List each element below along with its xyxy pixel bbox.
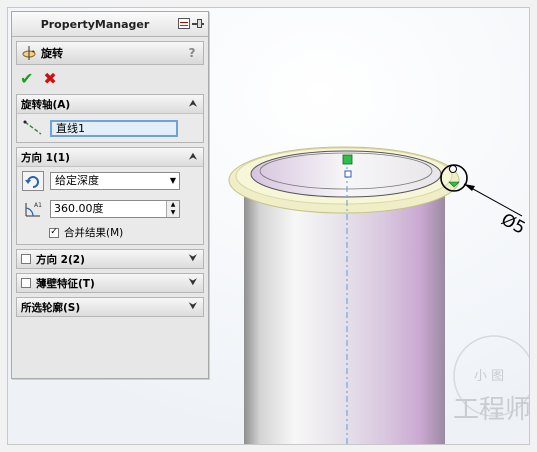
feature-name: 旋转 (41, 47, 63, 60)
cylinder-body (244, 188, 445, 444)
watermark-large-text: 工程师 (453, 395, 529, 425)
sketch-point[interactable] (449, 165, 457, 173)
thin-feature-checkbox[interactable] (21, 278, 31, 288)
merge-result-row: ✓ 合并结果(M) (17, 223, 203, 244)
help-icon[interactable]: ? (185, 46, 199, 60)
angle-row: A1 360.00度 ▲ ▼ (17, 195, 203, 223)
collapse-chevron-icon[interactable]: ⮝ (187, 99, 199, 109)
group-direction1-title: 方向 1(1) (21, 151, 70, 164)
merge-result-checkbox[interactable]: ✓ (49, 227, 59, 238)
axis-midpoint-handle[interactable] (344, 170, 352, 178)
end-condition-value: 给定深度 (55, 174, 99, 187)
group-axis-header[interactable]: 旋转轴(A) ⮝ (17, 95, 203, 114)
axis-line-icon (22, 118, 44, 138)
ok-button[interactable]: ✔ (20, 71, 33, 87)
revolve-feature-icon (21, 45, 37, 61)
angle-spinner[interactable]: ▲ ▼ (166, 201, 179, 217)
expand-chevron-icon[interactable]: ⮟ (187, 278, 199, 288)
group-contours-header[interactable]: 所选轮廓(S) ⮟ (17, 298, 203, 316)
collapse-chevron-icon[interactable]: ⮝ (187, 152, 199, 162)
group-thin: 薄壁特征(T) ⮟ (16, 273, 204, 293)
group-direction1-header[interactable]: 方向 1(1) ⮝ (17, 148, 203, 167)
reverse-direction-icon[interactable] (22, 171, 44, 191)
detail-preview-icon[interactable] (178, 18, 190, 29)
dropdown-arrow-icon: ▼ (169, 176, 176, 185)
confirm-row: ✔ ✖ (12, 68, 208, 90)
axis-selection-field[interactable]: 直线1 (50, 119, 178, 137)
group-thin-header[interactable]: 薄壁特征(T) ⮟ (17, 274, 203, 292)
angle-input[interactable]: 360.00度 ▲ ▼ (50, 200, 180, 218)
property-manager-titlebar: PropertyManager (12, 12, 208, 37)
watermark-small-text: 小 图 (474, 369, 504, 384)
solidworks-window: Ø5 小 图 工程师 PropertyManager 旋转 ? ✔ ✖ 旋转轴(… (8, 8, 529, 444)
angle-icon: A1 (22, 199, 44, 219)
feature-header: 旋转 ? (16, 41, 204, 65)
axis-selection-row: 直线1 (17, 114, 203, 142)
end-condition-row: 给定深度 ▼ (17, 167, 203, 195)
axis-endpoint-handle[interactable] (342, 154, 353, 165)
group-thin-title: 薄壁特征(T) (36, 277, 95, 290)
group-axis: 旋转轴(A) ⮝ 直线1 (16, 94, 204, 143)
group-direction2-header[interactable]: 方向 2(2) ⮟ (17, 250, 203, 268)
group-contours: 所选轮廓(S) ⮟ (16, 297, 204, 317)
property-manager-panel: PropertyManager 旋转 ? ✔ ✖ 旋转轴(A) ⮝ 直线1 方向… (11, 11, 209, 379)
group-direction2-title: 方向 2(2) (36, 253, 85, 266)
merge-result-label[interactable]: 合并结果(M) (64, 225, 123, 240)
svg-text:A1: A1 (34, 202, 42, 209)
expand-chevron-icon[interactable]: ⮟ (187, 254, 199, 264)
group-direction1: 方向 1(1) ⮝ 给定深度 ▼ A1 360.00度 ▲ ▼ ✓ 合并结果(M… (16, 147, 204, 245)
angle-value: 360.00度 (54, 202, 104, 215)
group-axis-title: 旋转轴(A) (21, 98, 71, 111)
end-condition-dropdown[interactable]: 给定深度 ▼ (50, 172, 180, 190)
expand-chevron-icon[interactable]: ⮟ (187, 302, 199, 312)
direction2-checkbox[interactable] (21, 254, 31, 264)
group-direction2: 方向 2(2) ⮟ (16, 249, 204, 269)
pin-icon[interactable] (192, 18, 204, 29)
group-contours-title: 所选轮廓(S) (21, 301, 81, 314)
cancel-button[interactable]: ✖ (43, 71, 56, 87)
